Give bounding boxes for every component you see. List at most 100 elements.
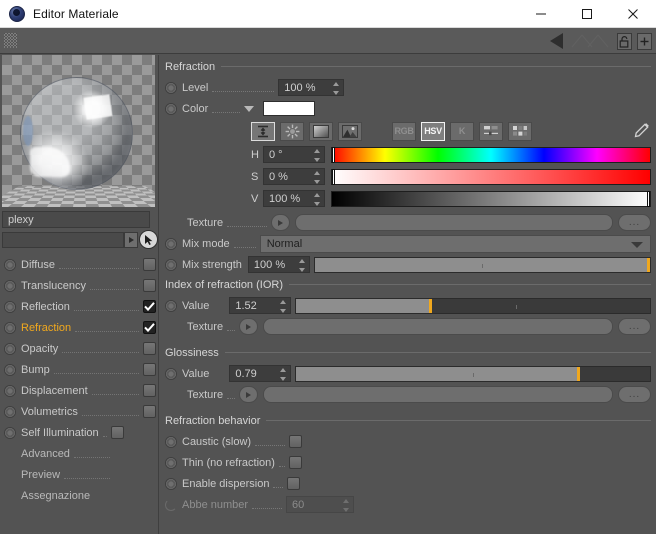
glossiness-value-radio-icon[interactable] (165, 367, 177, 380)
hsv-input-v[interactable]: 100 % (263, 190, 325, 207)
level-radio-icon[interactable] (165, 81, 177, 94)
channel-radio-icon[interactable] (4, 258, 16, 271)
close-button[interactable] (610, 0, 656, 28)
saturation-bar[interactable] (331, 168, 651, 185)
channel-checkbox[interactable] (143, 258, 156, 271)
material-name-field[interactable]: plexy (2, 211, 150, 228)
slider-knob[interactable] (577, 366, 581, 381)
drag-grip-icon[interactable] (4, 33, 17, 48)
sidebar-item-assegnazione[interactable]: Assegnazione (4, 485, 156, 506)
minimize-button[interactable] (518, 0, 564, 28)
ior-texture-browse-button[interactable]: ... (618, 318, 651, 335)
thin-checkbox[interactable] (288, 456, 302, 469)
sidebar-item-preview[interactable]: Preview (4, 464, 156, 485)
sidebar-item-advanced[interactable]: Advanced (4, 443, 156, 464)
caustic-checkbox[interactable] (289, 435, 303, 448)
glossiness-value-spinner[interactable] (279, 368, 287, 381)
texture-arrow-button[interactable] (271, 214, 291, 231)
material-preview[interactable] (2, 55, 155, 207)
channel-checkbox[interactable] (143, 384, 156, 397)
mix-mode-dropdown[interactable]: Normal (259, 234, 651, 253)
glossiness-value-input[interactable]: 0.79 (229, 365, 292, 382)
ior-value-slider[interactable] (295, 297, 651, 314)
value-bar[interactable] (331, 190, 651, 207)
channel-row-diffuse[interactable]: Diffuse (4, 254, 156, 275)
channel-checkbox[interactable] (143, 321, 156, 334)
eyedrop-range-icon[interactable] (251, 121, 275, 141)
channel-row-volumetrics[interactable]: Volumetrics (4, 401, 156, 422)
glossiness-texture-field[interactable] (263, 386, 613, 403)
glossiness-value-slider[interactable] (295, 365, 651, 382)
glossiness-texture-browse-button[interactable]: ... (618, 386, 651, 403)
hue-handle[interactable] (332, 146, 335, 163)
hsv-spinner-s[interactable] (313, 171, 321, 184)
texture-field[interactable] (295, 214, 613, 231)
channel-radio-icon[interactable] (4, 384, 16, 397)
dispersion-checkbox[interactable] (287, 477, 301, 490)
channel-row-opacity[interactable]: Opacity (4, 338, 156, 359)
caustic-radio-icon[interactable] (165, 435, 177, 448)
channel-row-refraction[interactable]: Refraction (4, 317, 156, 338)
channel-checkbox[interactable] (143, 342, 156, 355)
texture-browse-button[interactable]: ... (618, 214, 651, 231)
color-swatch[interactable] (263, 101, 316, 116)
image-picker-icon[interactable] (338, 121, 362, 141)
triangle-left-icon[interactable] (550, 33, 563, 49)
mix-strength-spinner[interactable] (298, 259, 306, 272)
ior-value-radio-icon[interactable] (165, 299, 177, 312)
channel-row-reflection[interactable]: Reflection (4, 296, 156, 317)
channel-radio-icon[interactable] (4, 426, 16, 439)
hsv-input-s[interactable]: 0 % (263, 168, 325, 185)
ior-value-input[interactable]: 1.52 (229, 297, 292, 314)
ior-value-spinner[interactable] (279, 300, 287, 313)
mode-button-hsv[interactable]: HSV (421, 121, 445, 141)
channel-checkbox[interactable] (143, 279, 156, 292)
channel-radio-icon[interactable] (4, 342, 16, 355)
hue-bar[interactable] (331, 146, 651, 163)
channel-radio-icon[interactable] (4, 321, 16, 334)
channel-checkbox[interactable] (143, 363, 156, 376)
color-radio-icon[interactable] (165, 102, 177, 115)
channel-checkbox[interactable] (143, 405, 156, 418)
pick-cursor-icon[interactable] (139, 230, 158, 249)
channel-radio-icon[interactable] (4, 363, 16, 376)
channel-radio-icon[interactable] (4, 405, 16, 418)
ior-texture-arrow-button[interactable] (239, 318, 259, 335)
channel-checkbox[interactable] (110, 426, 124, 439)
dispersion-radio-icon[interactable] (165, 477, 177, 490)
eyedropper-icon[interactable] (633, 121, 651, 142)
link-arrow-button[interactable] (124, 232, 138, 248)
thin-radio-icon[interactable] (165, 456, 177, 469)
level-input[interactable]: 100 % (278, 79, 345, 96)
maximize-button[interactable] (564, 0, 610, 28)
level-spinner[interactable] (332, 82, 340, 95)
glossiness-texture-arrow-button[interactable] (239, 386, 259, 403)
hsv-spinner-v[interactable] (313, 193, 321, 206)
mix-strength-slider[interactable] (313, 256, 651, 273)
mode-button-rgb[interactable]: RGB (392, 121, 416, 141)
hsv-spinner-h[interactable] (313, 149, 321, 162)
channel-row-displacement[interactable]: Displacement (4, 380, 156, 401)
channel-checkbox[interactable] (143, 300, 156, 313)
mix-strength-input[interactable]: 100 % (247, 256, 310, 273)
material-link-field[interactable] (2, 232, 124, 248)
ior-texture-field[interactable] (263, 318, 613, 335)
mode-button-k[interactable]: K (450, 121, 474, 141)
channel-radio-icon[interactable] (4, 300, 16, 313)
mix-strength-radio-icon[interactable] (165, 258, 177, 271)
channel-radio-icon[interactable] (4, 279, 16, 292)
slider-knob[interactable] (428, 298, 432, 313)
color-wheel-icon[interactable] (280, 121, 304, 141)
sliders-icon[interactable] (479, 121, 503, 141)
saturation-handle[interactable] (332, 168, 335, 185)
value-handle[interactable] (647, 190, 650, 207)
color-expand-triangle-icon[interactable] (244, 105, 255, 112)
mix-mode-radio-icon[interactable] (165, 237, 177, 250)
padlock-open-icon[interactable] (617, 32, 632, 50)
swatches-icon[interactable] (508, 121, 532, 141)
gradient-square-icon[interactable] (309, 121, 333, 141)
slider-knob[interactable] (647, 257, 650, 272)
channel-row-bump[interactable]: Bump (4, 359, 156, 380)
channel-row-translucency[interactable]: Translucency (4, 275, 156, 296)
plus-box-icon[interactable] (637, 32, 652, 50)
